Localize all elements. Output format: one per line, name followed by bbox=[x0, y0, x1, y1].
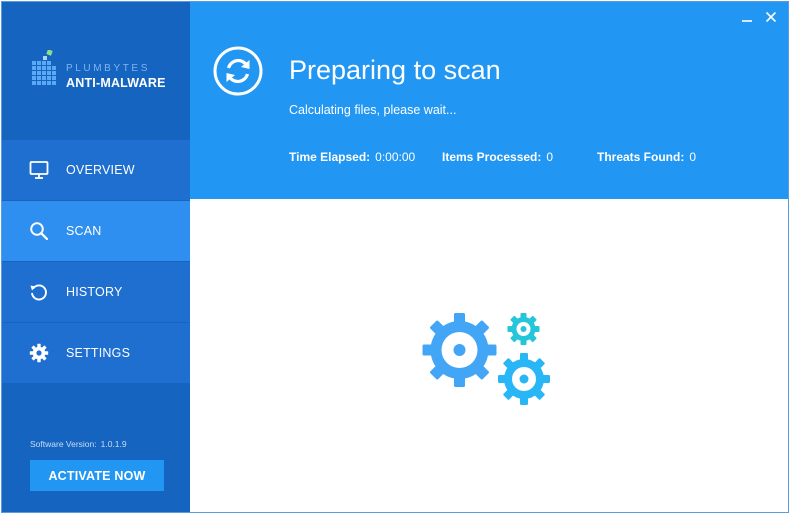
app-window: PLUMBYTES ANTI-MALWARE OVERVIEW SCAN HIS… bbox=[1, 1, 789, 513]
sidebar-item-label: OVERVIEW bbox=[66, 163, 135, 177]
brand-name-bottom: ANTI-MALWARE bbox=[66, 76, 166, 90]
stat-value: 0:00:00 bbox=[375, 150, 416, 164]
stat-label: Threats Found: bbox=[597, 150, 685, 164]
scan-stats: Time Elapsed: 0:00:00 Items Processed: 0 T… bbox=[289, 150, 769, 166]
brand-name-top: PLUMBYTES bbox=[66, 63, 150, 74]
stat-value: 0 bbox=[546, 150, 554, 164]
stat-threats-found: Threats Found: 0 bbox=[597, 150, 696, 164]
history-icon bbox=[30, 284, 47, 301]
status-subtitle: Calculating files, please wait... bbox=[289, 103, 457, 117]
stat-items-processed: Items Processed: 0 bbox=[442, 150, 553, 164]
refresh-icon bbox=[213, 46, 263, 96]
sidebar-item-label: HISTORY bbox=[66, 285, 123, 299]
stat-value: 0 bbox=[689, 150, 697, 164]
stat-time-elapsed: Time Elapsed: 0:00:00 bbox=[289, 150, 415, 164]
sidebar-item-scan[interactable]: SCAN bbox=[2, 200, 190, 261]
brand: PLUMBYTES ANTI-MALWARE bbox=[30, 50, 180, 92]
plumbytes-logo-icon bbox=[32, 50, 56, 85]
scan-content bbox=[190, 199, 788, 512]
sidebar-item-label: SCAN bbox=[66, 224, 102, 238]
search-icon bbox=[30, 222, 49, 241]
page-title: Preparing to scan bbox=[289, 55, 501, 85]
activate-now-button[interactable]: ACTIVATE NOW bbox=[30, 460, 164, 491]
stat-label: Items Processed: bbox=[442, 150, 542, 164]
sidebar: PLUMBYTES ANTI-MALWARE OVERVIEW SCAN HIS… bbox=[2, 2, 190, 512]
stat-label: Time Elapsed: bbox=[289, 150, 371, 164]
gear-icon bbox=[29, 343, 49, 363]
monitor-icon bbox=[29, 161, 49, 179]
sidebar-item-settings[interactable]: SETTINGS bbox=[2, 322, 190, 383]
scan-header: Preparing to scan Calculating files, ple… bbox=[190, 2, 788, 199]
sidebar-item-history[interactable]: HISTORY bbox=[2, 261, 190, 322]
version-label: Software Version: bbox=[30, 439, 97, 449]
sidebar-item-label: SETTINGS bbox=[66, 346, 131, 360]
gears-icon bbox=[422, 313, 550, 405]
sidebar-nav: OVERVIEW SCAN HISTORY SETTINGS bbox=[2, 139, 190, 383]
sidebar-item-overview[interactable]: OVERVIEW bbox=[2, 139, 190, 200]
minimize-icon[interactable] bbox=[740, 10, 754, 24]
close-icon[interactable] bbox=[764, 10, 778, 24]
software-version: Software Version: 1.0.1.9 bbox=[30, 439, 127, 449]
version-value: 1.0.1.9 bbox=[100, 439, 127, 449]
